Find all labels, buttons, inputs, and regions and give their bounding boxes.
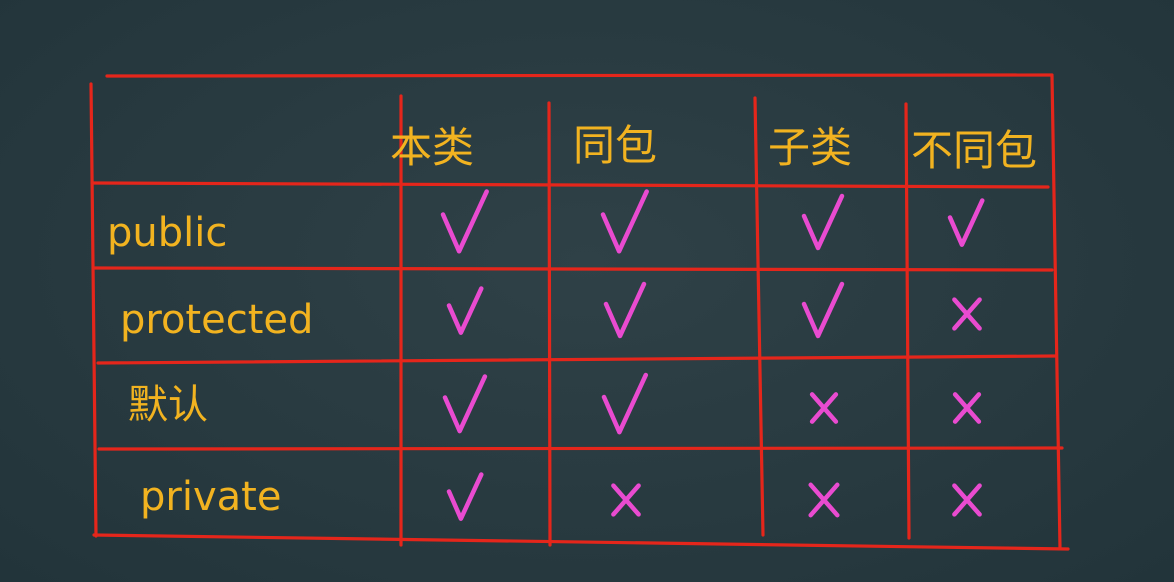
row-labels: public protected 默认 private xyxy=(107,210,313,520)
grid-col-line-3 xyxy=(753,96,765,537)
cross-icon-private-subclass xyxy=(808,482,840,518)
grid-left-border xyxy=(89,82,98,538)
row-label-public: public xyxy=(107,210,227,256)
cross-icon-默认-other-package xyxy=(952,392,982,424)
cross-icon-默认-subclass xyxy=(809,392,839,424)
grid-col-line-2 xyxy=(547,101,552,547)
grid-row-line-3 xyxy=(96,354,1058,365)
column-header-subclass: 子类 xyxy=(768,123,852,172)
column-header-same-class: 本类 xyxy=(390,123,474,172)
check-icon-public-same-package xyxy=(600,189,649,254)
blackboard-access-table: 本类 同包 子类 不同包 public protected 默认 private xyxy=(89,73,1070,551)
check-icon-protected-same-class xyxy=(446,286,484,335)
cross-icon-protected-other-package xyxy=(952,297,982,331)
check-icon-private-same-class xyxy=(446,472,484,521)
grid-row-line-1 xyxy=(90,181,1050,189)
grid-col-line-4 xyxy=(904,102,911,540)
cross-icon-private-same-package xyxy=(611,483,641,517)
column-headers: 本类 同包 子类 不同包 xyxy=(390,121,1037,175)
check-icon-public-same-class xyxy=(440,189,489,254)
column-header-same-package: 同包 xyxy=(573,121,657,170)
check-icon-protected-same-package xyxy=(603,281,647,339)
grid-bottom-border xyxy=(92,533,1070,551)
row-label-default: 默认 xyxy=(128,382,208,428)
cross-icon-private-other-package xyxy=(952,483,982,517)
check-icon-默认-same-class xyxy=(442,374,488,434)
check-icon-public-other-package xyxy=(947,198,985,247)
grid-row-line-4 xyxy=(97,446,1064,451)
column-header-other-package: 不同包 xyxy=(911,126,1037,175)
check-icon-protected-subclass xyxy=(801,281,845,339)
row-label-protected: protected xyxy=(120,297,313,343)
grid-right-border xyxy=(1050,74,1062,550)
access-marks xyxy=(440,189,985,521)
check-icon-public-subclass xyxy=(801,193,845,251)
check-icon-默认-same-package xyxy=(601,372,649,435)
row-label-private: private xyxy=(140,474,281,520)
grid-top-border xyxy=(105,73,1054,78)
